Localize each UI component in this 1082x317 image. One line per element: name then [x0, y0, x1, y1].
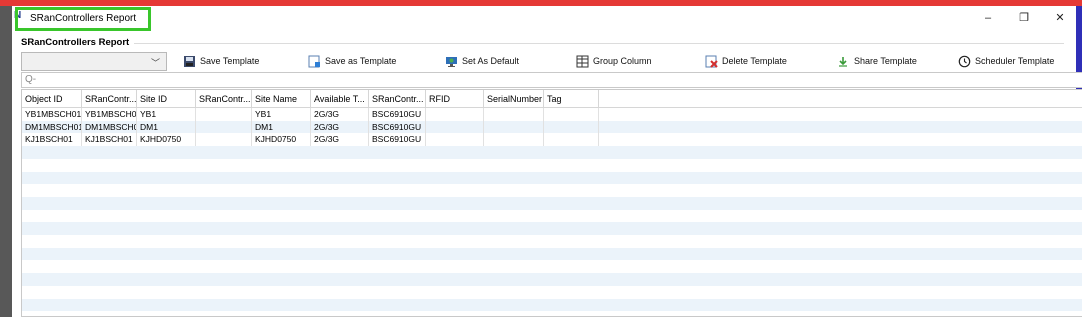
save-template-label: Save Template [200, 56, 260, 66]
table-cell: 2G/3G [311, 108, 369, 121]
column-header[interactable]: SRanContr... [196, 90, 252, 108]
save-as-template-button[interactable]: Save as Template [308, 52, 396, 70]
report-header: SRanControllers Report [21, 37, 130, 48]
table-cell: 2G/3G [311, 120, 369, 134]
table-cell [426, 120, 484, 134]
empty-row [22, 273, 1082, 286]
column-header[interactable]: RFID [426, 90, 484, 108]
table-cell [544, 133, 599, 147]
group-column-icon [576, 55, 589, 68]
column-header[interactable]: Site ID [137, 90, 196, 108]
header-divider [134, 43, 1064, 44]
table-cell: BSC6910GU [369, 108, 426, 121]
empty-row [22, 222, 1082, 235]
empty-row [22, 184, 1082, 197]
empty-row [22, 247, 1082, 261]
column-header[interactable]: Available T... [311, 90, 369, 108]
search-input[interactable]: Q- [21, 72, 1082, 88]
table-cell: DM1MBSCH01 [22, 120, 82, 134]
empty-row [22, 146, 1082, 159]
clock-icon [958, 55, 971, 68]
share-template-label: Share Template [854, 56, 917, 66]
share-template-button[interactable]: Share Template [837, 52, 917, 70]
set-as-default-label: Set As Default [462, 56, 520, 66]
empty-row [22, 260, 1082, 273]
table-cell: YB1MBSCH01 [22, 108, 82, 121]
table-cell [544, 108, 599, 121]
restore-button[interactable]: ❐ [1012, 10, 1036, 26]
table-cell [196, 108, 252, 121]
report-window: N SRanControllers Report – ❐ ✕ SRanContr… [12, 6, 1082, 317]
save-icon [183, 55, 196, 68]
share-icon [837, 55, 850, 68]
table-row[interactable]: KJ1BSCH01 KJ1BSCH01 KJHD0750 KJHD0750 2G/3G B… [22, 133, 1082, 147]
table-cell: BSC6910GU [369, 120, 426, 134]
delete-template-button[interactable]: Delete Template [705, 52, 787, 70]
delete-icon [705, 55, 718, 68]
title-bar: N SRanControllers Report – ❐ ✕ [12, 6, 1076, 31]
table-cell [484, 133, 544, 147]
column-header[interactable]: SerialNumber [484, 90, 544, 108]
table-cell: YB1 [137, 108, 196, 121]
column-header[interactable]: SRanContr... [369, 90, 426, 108]
monitor-icon [445, 55, 458, 68]
table-cell: DM1 [137, 120, 196, 134]
table-cell [196, 133, 252, 147]
table-row[interactable]: DM1MBSCH01DM1MBSCH01DM1DM12G/3GBSC6910GU [22, 120, 1082, 134]
table-cell: KJHD0750 [137, 133, 196, 147]
search-icon: Q- [25, 74, 37, 85]
empty-row [22, 210, 1082, 223]
empty-row [22, 298, 1082, 312]
empty-row [22, 235, 1082, 248]
save-as-template-label: Save as Template [325, 56, 397, 66]
table-cell [484, 120, 544, 134]
group-column-button[interactable]: Group Column [576, 52, 652, 70]
table-cell: 2G/3G [311, 133, 369, 147]
column-header[interactable]: Site Name [252, 90, 311, 108]
window-title: SRanControllers Report [30, 13, 137, 24]
table-cell: DM1MBSCH01 [82, 120, 137, 134]
scheduler-template-label: Scheduler Template [975, 56, 1055, 66]
save-as-icon [308, 55, 321, 68]
table-cell: KJ1BSCH01 [22, 133, 82, 147]
table-cell [426, 108, 484, 121]
table-cell [544, 120, 599, 134]
empty-row [22, 196, 1082, 210]
close-button[interactable]: ✕ [1048, 10, 1072, 26]
chevron-down-icon: ﹀ [150, 58, 160, 68]
screen: N SRanControllers Report – ❐ ✕ SRanContr… [0, 0, 1082, 317]
column-header[interactable]: Object ID [22, 90, 82, 108]
table-header: Object ID SRanContr... Site ID SRanContr...… [22, 90, 1082, 108]
empty-row [22, 286, 1082, 299]
table-cell [484, 108, 544, 121]
table-row[interactable]: YB1MBSCH01 YB1MBSCH01 YB1 YB1 2G/3G BSC6910GU [22, 108, 1082, 121]
table-cell: BSC6910GU [369, 133, 426, 147]
empty-row [22, 159, 1082, 172]
report-table: Object ID SRanContr... Site ID SRanContr...… [21, 89, 1082, 317]
table-cell: KJHD0750 [252, 133, 311, 147]
column-header[interactable]: Tag [544, 90, 599, 108]
empty-row [22, 171, 1082, 185]
left-background [0, 0, 12, 317]
table-cell: KJ1BSCH01 [82, 133, 137, 147]
set-as-default-button[interactable]: Set As Default [445, 52, 519, 70]
column-header[interactable]: SRanContr... [82, 90, 137, 108]
minimize-button[interactable]: – [976, 10, 1000, 26]
table-cell: DM1 [252, 120, 311, 134]
save-template-button[interactable]: Save Template [183, 52, 259, 70]
delete-template-label: Delete Template [722, 56, 787, 66]
scheduler-template-button[interactable]: Scheduler Template [958, 52, 1054, 70]
table-cell: YB1 [252, 108, 311, 121]
table-cell [426, 133, 484, 147]
template-select[interactable]: ﹀ [21, 52, 167, 71]
table-cell [196, 120, 252, 134]
group-column-label: Group Column [593, 56, 652, 66]
table-cell: YB1MBSCH01 [82, 108, 137, 121]
